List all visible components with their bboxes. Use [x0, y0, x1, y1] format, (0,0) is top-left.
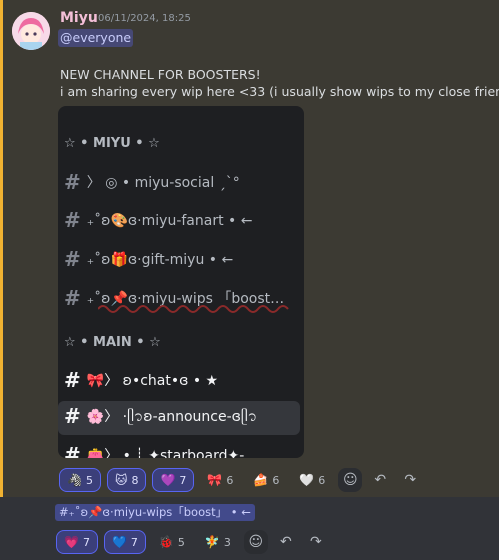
username[interactable]: Miyu [60, 10, 98, 26]
reaction-emoji: 🐞 [158, 535, 174, 549]
reaction-emoji: 💜 [160, 473, 176, 487]
reaction-chip[interactable]: 🧚 3 [198, 530, 238, 554]
channel-name: 🎀〉 ʚ•chat•ɞ • ★ [86, 373, 219, 389]
forward-button[interactable]: ↷ [304, 530, 328, 554]
reaction-emoji: 🎀 [207, 473, 223, 487]
reaction-emoji: 💗 [64, 535, 79, 549]
reaction-chip[interactable]: 🦓 5 [59, 468, 101, 492]
reaction-chip[interactable]: 🤍 6 [292, 468, 332, 492]
reaction-count: 7 [82, 535, 90, 549]
reaction-chip[interactable]: 🐞 5 [152, 530, 192, 554]
category-header-miyu: ☆ • MIYU • ☆ [64, 136, 160, 151]
reaction-chip[interactable]: 🎀 6 [200, 468, 240, 492]
reaction-emoji: 🧚 [204, 535, 220, 549]
channel-item: # 〉 ◎ • miyu-social ˏˋ° [64, 170, 240, 194]
hashtag-icon: # [64, 170, 81, 194]
reaction-chip[interactable]: 🍰 6 [246, 468, 286, 492]
reaction-count: 6 [226, 473, 234, 487]
reply-icon: ↶ [279, 534, 292, 550]
reaction-bar: 🦓 5 🐱 8 💜 7 🎀 6 🍰 6 🤍 6 ☺ ↶ ↷ [59, 468, 422, 492]
reaction-count: 7 [130, 535, 138, 549]
channel-name: 🌸〉 ·ᥫ᭡ʚ-announce-ɞᥫ᭡ [86, 409, 258, 425]
hashtag-icon: # [64, 247, 81, 271]
reaction-count: 6 [272, 473, 280, 487]
spellcheck-squiggle-icon [98, 305, 289, 313]
smile-icon: ☺ [342, 472, 358, 488]
reaction-chip[interactable]: 💙 7 [103, 530, 146, 554]
forward-button[interactable]: ↷ [398, 468, 422, 492]
reaction-count: 8 [131, 473, 139, 487]
message-line-2: i am sharing every wip here <33 (i usual… [60, 84, 499, 99]
reaction-emoji: 💙 [111, 535, 127, 549]
reaction-bar-2: 💗 7 💙 7 🐞 5 🧚 3 ☺ ↶ ↷ [56, 530, 328, 554]
reaction-chip[interactable]: 💗 7 [56, 530, 98, 554]
channel-item: # 🎀〉 ʚ•chat•ɞ • ★ [64, 368, 218, 392]
reaction-count: 7 [179, 473, 187, 487]
channel-name: 👛〉 • ┊ ✦starboard✦-… [86, 448, 259, 458]
forward-icon: ↷ [404, 472, 417, 488]
add-reaction-button[interactable]: ☺ [243, 530, 268, 554]
reaction-emoji: 🐱 [114, 473, 128, 487]
highlighted-message: Miyu 06/11/2024, 18:25 @everyone NEW CHA… [0, 0, 499, 497]
reaction-emoji: 🍰 [253, 473, 269, 487]
hashtag-icon: # [64, 443, 81, 458]
avatar[interactable] [12, 12, 50, 50]
reaction-chip[interactable]: 💜 7 [152, 468, 195, 492]
channel-name: 〉 ◎ • miyu-social ˏˋ° [86, 175, 240, 191]
reply-button[interactable]: ↶ [274, 530, 298, 554]
reaction-emoji: 🦓 [67, 473, 82, 487]
channel-item-active: # 🌸〉 ·ᥫ᭡ʚ-announce-ɞᥫ᭡ [58, 401, 300, 435]
channel-list-screenshot[interactable]: ☆ • MIYU • ☆ # 〉 ◎ • miyu-social ˏˋ° # ₊˚ʚ… [58, 106, 304, 458]
reaction-count: 3 [223, 535, 231, 549]
reaction-count: 5 [177, 535, 185, 549]
reaction-chip[interactable]: 🐱 8 [106, 468, 147, 492]
hashtag-icon: # [64, 286, 81, 310]
hashtag-icon: # [64, 368, 81, 392]
channel-item: # ₊˚ʚ🎨ɞ·miyu-fanart • ← [64, 208, 252, 232]
hashtag-icon: # [64, 208, 81, 232]
message-line-1: NEW CHANNEL FOR BOOSTERS! [60, 67, 261, 82]
smile-icon: ☺ [248, 534, 264, 550]
reaction-count: 5 [85, 473, 93, 487]
reaction-count: 6 [318, 473, 326, 487]
channel-item: # 👛〉 • ┊ ✦starboard✦-… [64, 443, 258, 458]
hashtag-icon: # [64, 404, 81, 428]
timestamp: 06/11/2024, 18:25 [98, 13, 191, 24]
avatar-image-icon [12, 12, 50, 50]
category-header-main: ☆ • MAIN • ☆ [64, 335, 161, 350]
channel-mention-link[interactable]: #₊˚ʚ📌ɞ·miyu-wips「boost」 • ← [55, 504, 255, 521]
add-reaction-button[interactable]: ☺ [338, 468, 363, 492]
everyone-mention[interactable]: @everyone [58, 29, 134, 47]
channel-name: ₊˚ʚ🎨ɞ·miyu-fanart • ← [86, 213, 253, 229]
channel-item: # ₊˚ʚ🎁ɞ·gift-miyu • ← [64, 247, 233, 271]
reply-button[interactable]: ↶ [368, 468, 392, 492]
reply-icon: ↶ [374, 472, 387, 488]
forward-icon: ↷ [309, 534, 322, 550]
channel-name: ₊˚ʚ🎁ɞ·gift-miyu • ← [86, 252, 234, 268]
reaction-emoji: 🤍 [299, 473, 315, 487]
